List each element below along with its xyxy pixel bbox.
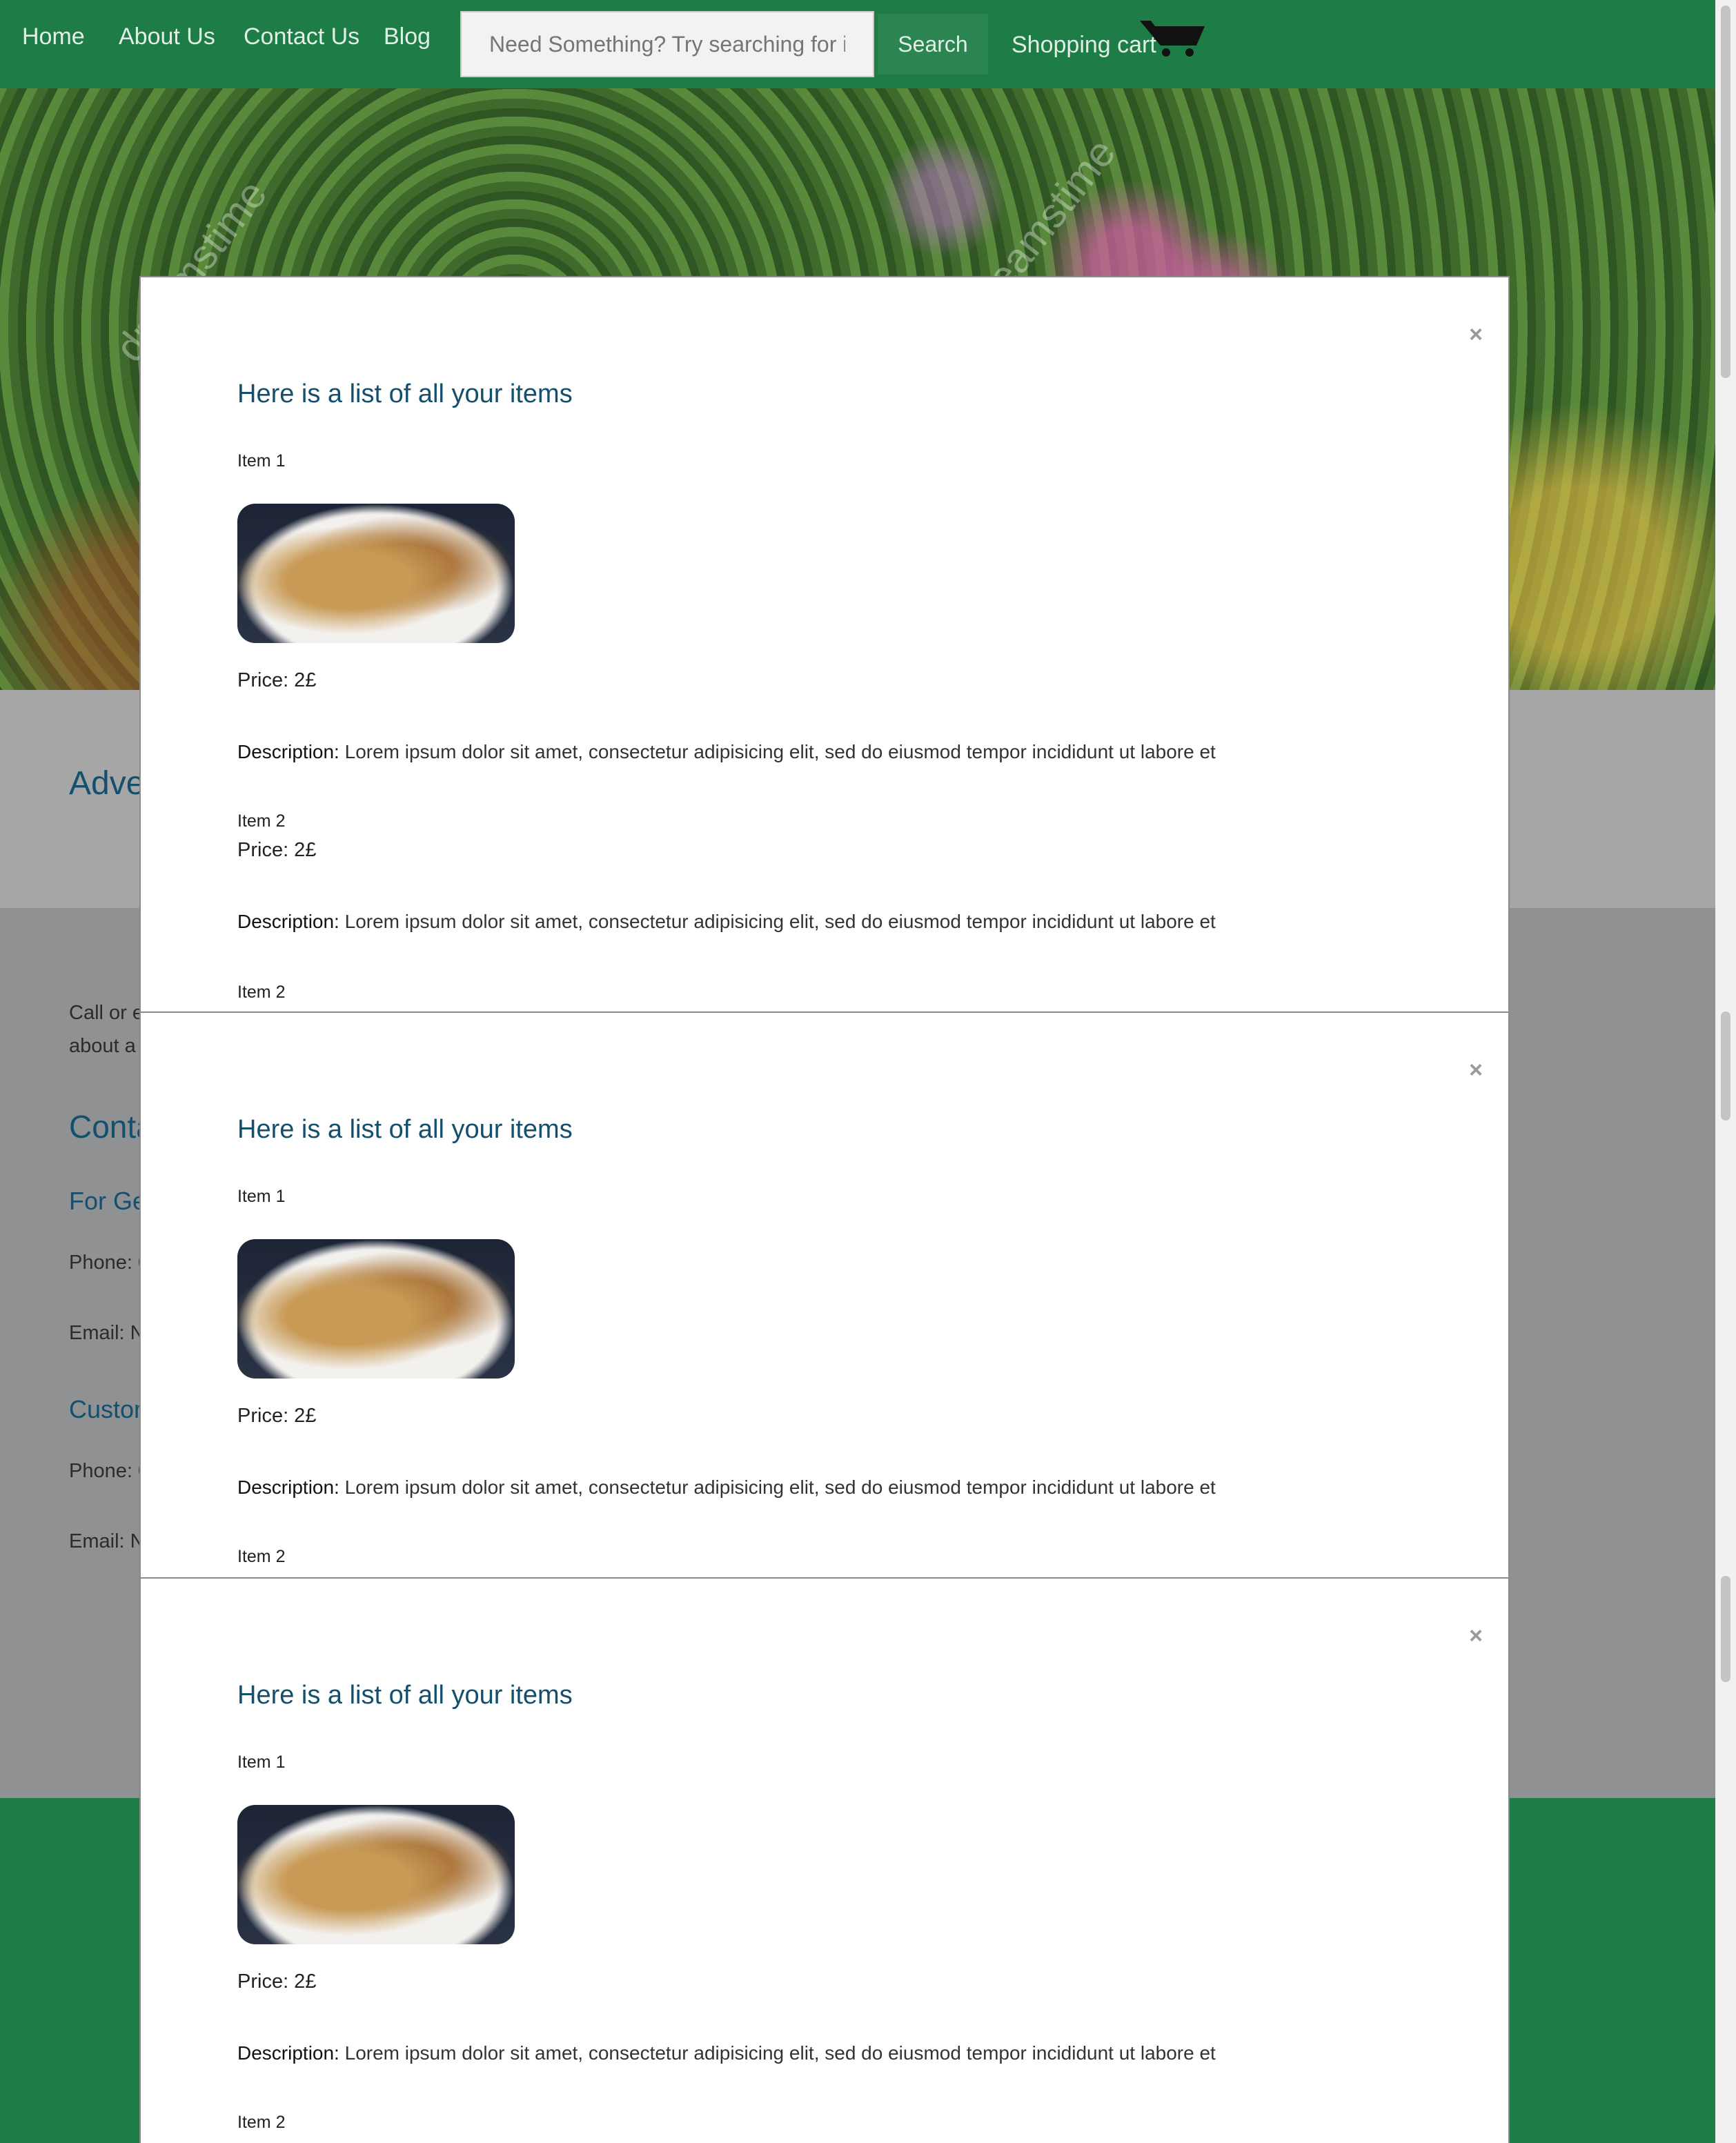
cart-modal: × Here is a list of all your items Item … [139, 276, 1510, 1013]
description-text: Lorem ipsum dolor sit amet, consectetur … [339, 911, 1216, 932]
item-label: Item 2 [237, 811, 286, 831]
description-label: Description: [237, 2042, 339, 2064]
close-icon[interactable]: × [1466, 323, 1486, 346]
item-image [237, 1239, 515, 1379]
item-image [237, 1805, 515, 1944]
modal-title: Here is a list of all your items [237, 1681, 573, 1710]
shopping-cart-link[interactable]: Shopping cart [1012, 32, 1156, 59]
description-text: Lorem ipsum dolor sit amet, consectetur … [339, 741, 1216, 762]
modal-title: Here is a list of all your items [237, 379, 573, 408]
nav-home-link[interactable]: Home [22, 23, 85, 50]
description-label: Description: [237, 1477, 339, 1498]
nav-contact-link[interactable]: Contact Us [244, 23, 359, 50]
scrollbar-thumb[interactable] [1721, 6, 1730, 378]
item-description: Description: Lorem ipsum dolor sit amet,… [237, 1477, 1216, 1499]
cart-modal: × Here is a list of all your items Item … [139, 1011, 1510, 1579]
description-text: Lorem ipsum dolor sit amet, consectetur … [339, 1477, 1216, 1498]
item-label: Item 1 [237, 1187, 286, 1206]
item-price: Price: 2£ [237, 1971, 317, 1993]
item-description: Description: Lorem ipsum dolor sit amet,… [237, 741, 1216, 763]
item-price: Price: 2£ [237, 839, 317, 861]
scrollbar-thumb[interactable] [1721, 1576, 1730, 1682]
item-label: Item 1 [237, 1752, 286, 1772]
close-icon[interactable]: × [1466, 1624, 1486, 1648]
contact-intro-line: Call or er [69, 1002, 150, 1024]
item-label: Item 2 [237, 1547, 286, 1566]
item-label: Item 2 [237, 982, 286, 1002]
description-label: Description: [237, 911, 339, 932]
general-phone: Phone: 0 [69, 1252, 150, 1274]
item-description: Description: Lorem ipsum dolor sit amet,… [237, 2042, 1216, 2064]
page-scrollbar[interactable] [1715, 0, 1736, 2143]
item-price: Price: 2£ [237, 1405, 317, 1427]
cart-modal: × Here is a list of all your items Item … [139, 1577, 1510, 2143]
scrollbar-thumb[interactable] [1721, 1011, 1730, 1120]
item-image [237, 504, 515, 643]
nav-blog-link[interactable]: Blog [384, 23, 431, 50]
top-navbar: Home About Us Contact Us Blog Search Sho… [0, 0, 1715, 88]
modal-title: Here is a list of all your items [237, 1115, 573, 1144]
search-button[interactable]: Search [878, 14, 988, 75]
shopping-cart-icon[interactable] [1140, 18, 1205, 58]
item-description: Description: Lorem ipsum dolor sit amet,… [237, 911, 1216, 933]
item-label: Item 2 [237, 2113, 286, 2132]
item-price: Price: 2£ [237, 669, 317, 691]
close-icon[interactable]: × [1466, 1058, 1486, 1082]
search-input[interactable] [460, 11, 874, 77]
description-label: Description: [237, 741, 339, 762]
customer-phone: Phone: 0 [69, 1460, 150, 1482]
nav-about-link[interactable]: About Us [119, 23, 215, 50]
description-text: Lorem ipsum dolor sit amet, consectetur … [339, 2042, 1216, 2064]
item-label: Item 1 [237, 451, 286, 471]
